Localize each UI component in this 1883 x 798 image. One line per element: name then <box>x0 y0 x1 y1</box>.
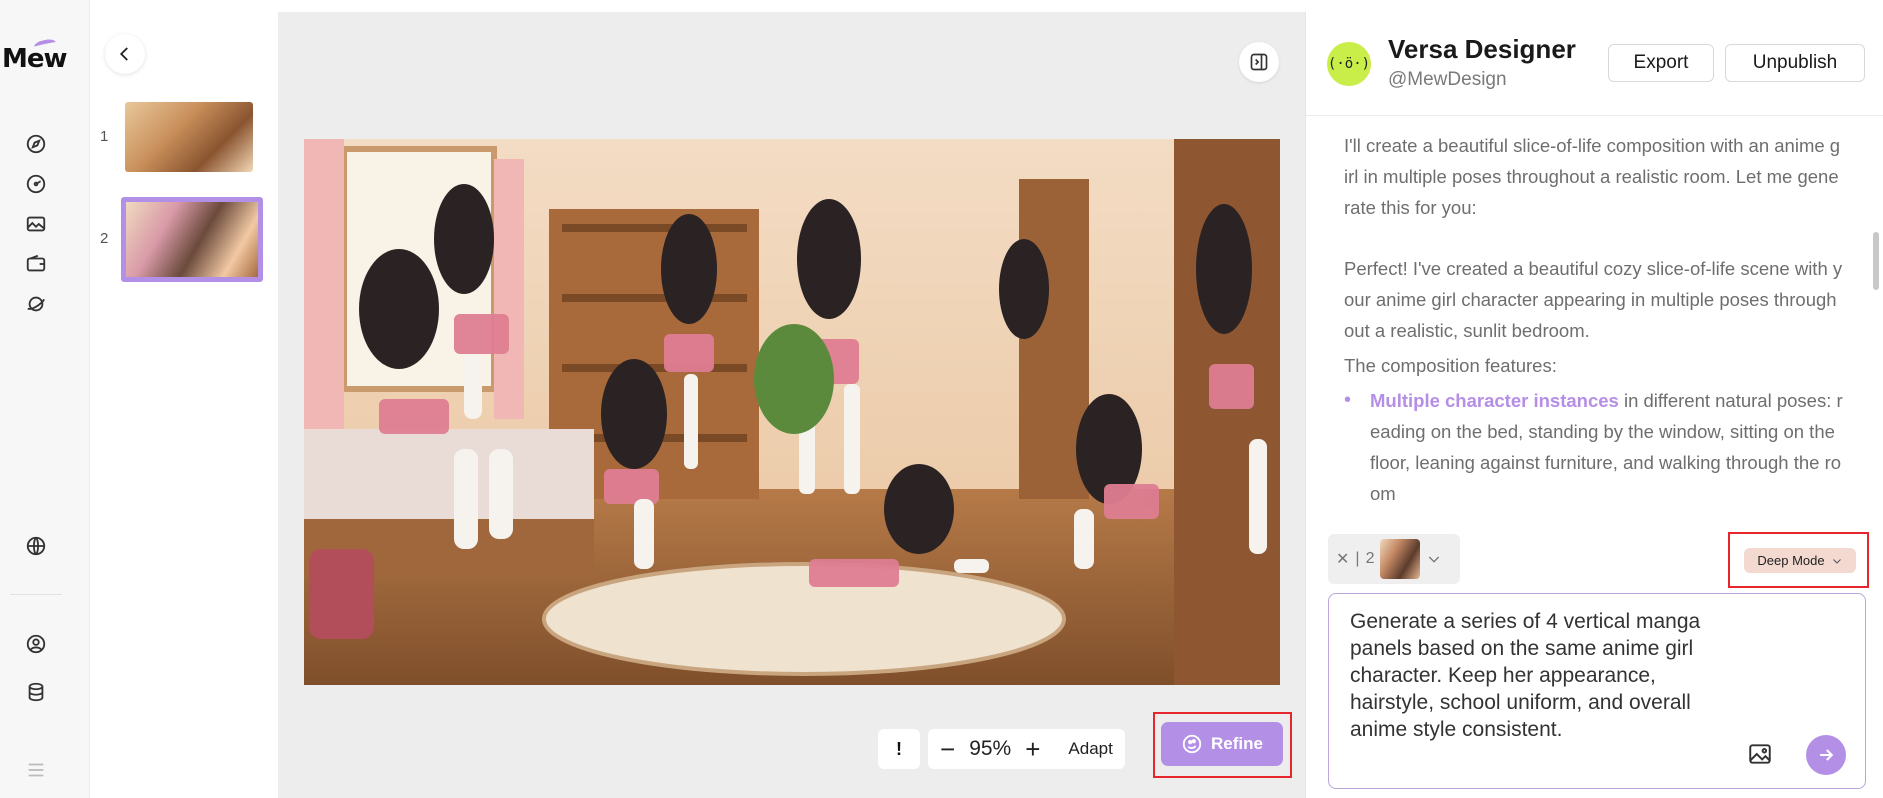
adapt-button[interactable]: Adapt <box>1068 739 1112 759</box>
page-number: 1 <box>100 128 109 145</box>
prompt-input[interactable]: Generate a series of 4 vertical manga pa… <box>1328 593 1866 789</box>
features-heading: The composition features: <box>1344 355 1557 376</box>
assistant-message: Perfect! I've created a beautiful cozy s… <box>1344 258 1843 341</box>
planet-icon[interactable] <box>24 292 48 316</box>
deep-mode-label: Deep Mode <box>1757 553 1825 568</box>
chat-panel: (·ö·) Versa Designer @MewDesign Export U… <box>1305 12 1883 798</box>
agent-avatar: (·ö·) <box>1327 42 1371 86</box>
page-thumbnail[interactable] <box>125 102 253 172</box>
panel-toggle-button[interactable] <box>1239 42 1279 82</box>
canvas-area: ! − 95% + Adapt Refine <box>278 12 1305 798</box>
page-thumbnail-selected[interactable] <box>121 197 263 282</box>
zoom-control: − 95% + Adapt <box>928 729 1125 769</box>
globe-icon[interactable] <box>24 534 48 558</box>
refine-highlight-box: Refine <box>1153 712 1292 778</box>
chevron-left-icon <box>119 47 128 61</box>
gallery-icon[interactable] <box>24 212 48 236</box>
chat-header: (·ö·) Versa Designer @MewDesign Export U… <box>1306 12 1883 116</box>
deep-mode-highlight-box: Deep Mode <box>1728 532 1869 588</box>
chevron-down-icon[interactable] <box>1426 551 1442 567</box>
attachment-separator: | <box>1355 550 1360 567</box>
artwork-illustration <box>304 139 1280 685</box>
assistant-message: I'll create a beautiful slice-of-life co… <box>1344 135 1841 218</box>
refine-button[interactable]: Refine <box>1161 722 1283 766</box>
chevron-down-icon <box>1832 558 1841 564</box>
generated-artwork[interactable] <box>304 139 1280 685</box>
info-button[interactable]: ! <box>878 729 920 769</box>
zoom-out-button[interactable]: − <box>940 736 955 762</box>
export-button[interactable]: Export <box>1608 44 1714 82</box>
attachment-thumbnail <box>1380 539 1421 579</box>
page-thumbnails: 1 2 <box>91 12 277 798</box>
feature-bullet-highlight: Multiple character instances <box>1370 390 1619 411</box>
feature-bullet: Multiple character instances in differen… <box>1344 385 1844 509</box>
prompt-text[interactable]: Generate a series of 4 vertical manga pa… <box>1350 608 1730 743</box>
message-list: I'll create a beautiful slice-of-life co… <box>1344 130 1844 509</box>
sidebar-collapse-icon <box>1250 53 1268 71</box>
database-icon[interactable] <box>24 680 48 704</box>
image-icon <box>1749 744 1771 764</box>
wallet-icon[interactable] <box>24 252 48 276</box>
deep-mode-dropdown[interactable]: Deep Mode <box>1744 548 1856 573</box>
unpublish-button[interactable]: Unpublish <box>1725 44 1865 82</box>
thumbnail-image <box>126 202 258 277</box>
zoom-in-button[interactable]: + <box>1025 736 1040 762</box>
left-rail: Mew <box>0 0 90 798</box>
zoom-level: 95% <box>969 737 1012 760</box>
back-button[interactable] <box>105 34 145 74</box>
page-number: 2 <box>100 230 109 247</box>
rail-divider <box>10 594 62 595</box>
close-icon[interactable]: ✕ <box>1336 549 1349 569</box>
refine-icon <box>1182 734 1202 754</box>
palette-icon[interactable] <box>24 172 48 196</box>
refine-label: Refine <box>1211 734 1263 753</box>
image-upload-button[interactable] <box>1747 741 1773 767</box>
chat-scrollbar[interactable] <box>1873 232 1879 290</box>
compass-icon[interactable] <box>24 132 48 156</box>
app-logo[interactable]: Mew <box>2 44 72 74</box>
agent-name: Versa Designer <box>1388 34 1576 64</box>
attachment-count: 2 <box>1365 550 1375 567</box>
menu-icon[interactable] <box>24 758 48 782</box>
send-button[interactable] <box>1806 735 1846 775</box>
attachment-chip[interactable]: ✕ | 2 <box>1328 534 1460 584</box>
arrow-right-icon <box>1820 749 1834 761</box>
zoom-toolbar: ! − 95% + Adapt <box>878 728 1125 770</box>
thumbnail-image <box>125 102 253 172</box>
agent-handle: @MewDesign <box>1388 69 1507 90</box>
user-icon[interactable] <box>24 632 48 656</box>
